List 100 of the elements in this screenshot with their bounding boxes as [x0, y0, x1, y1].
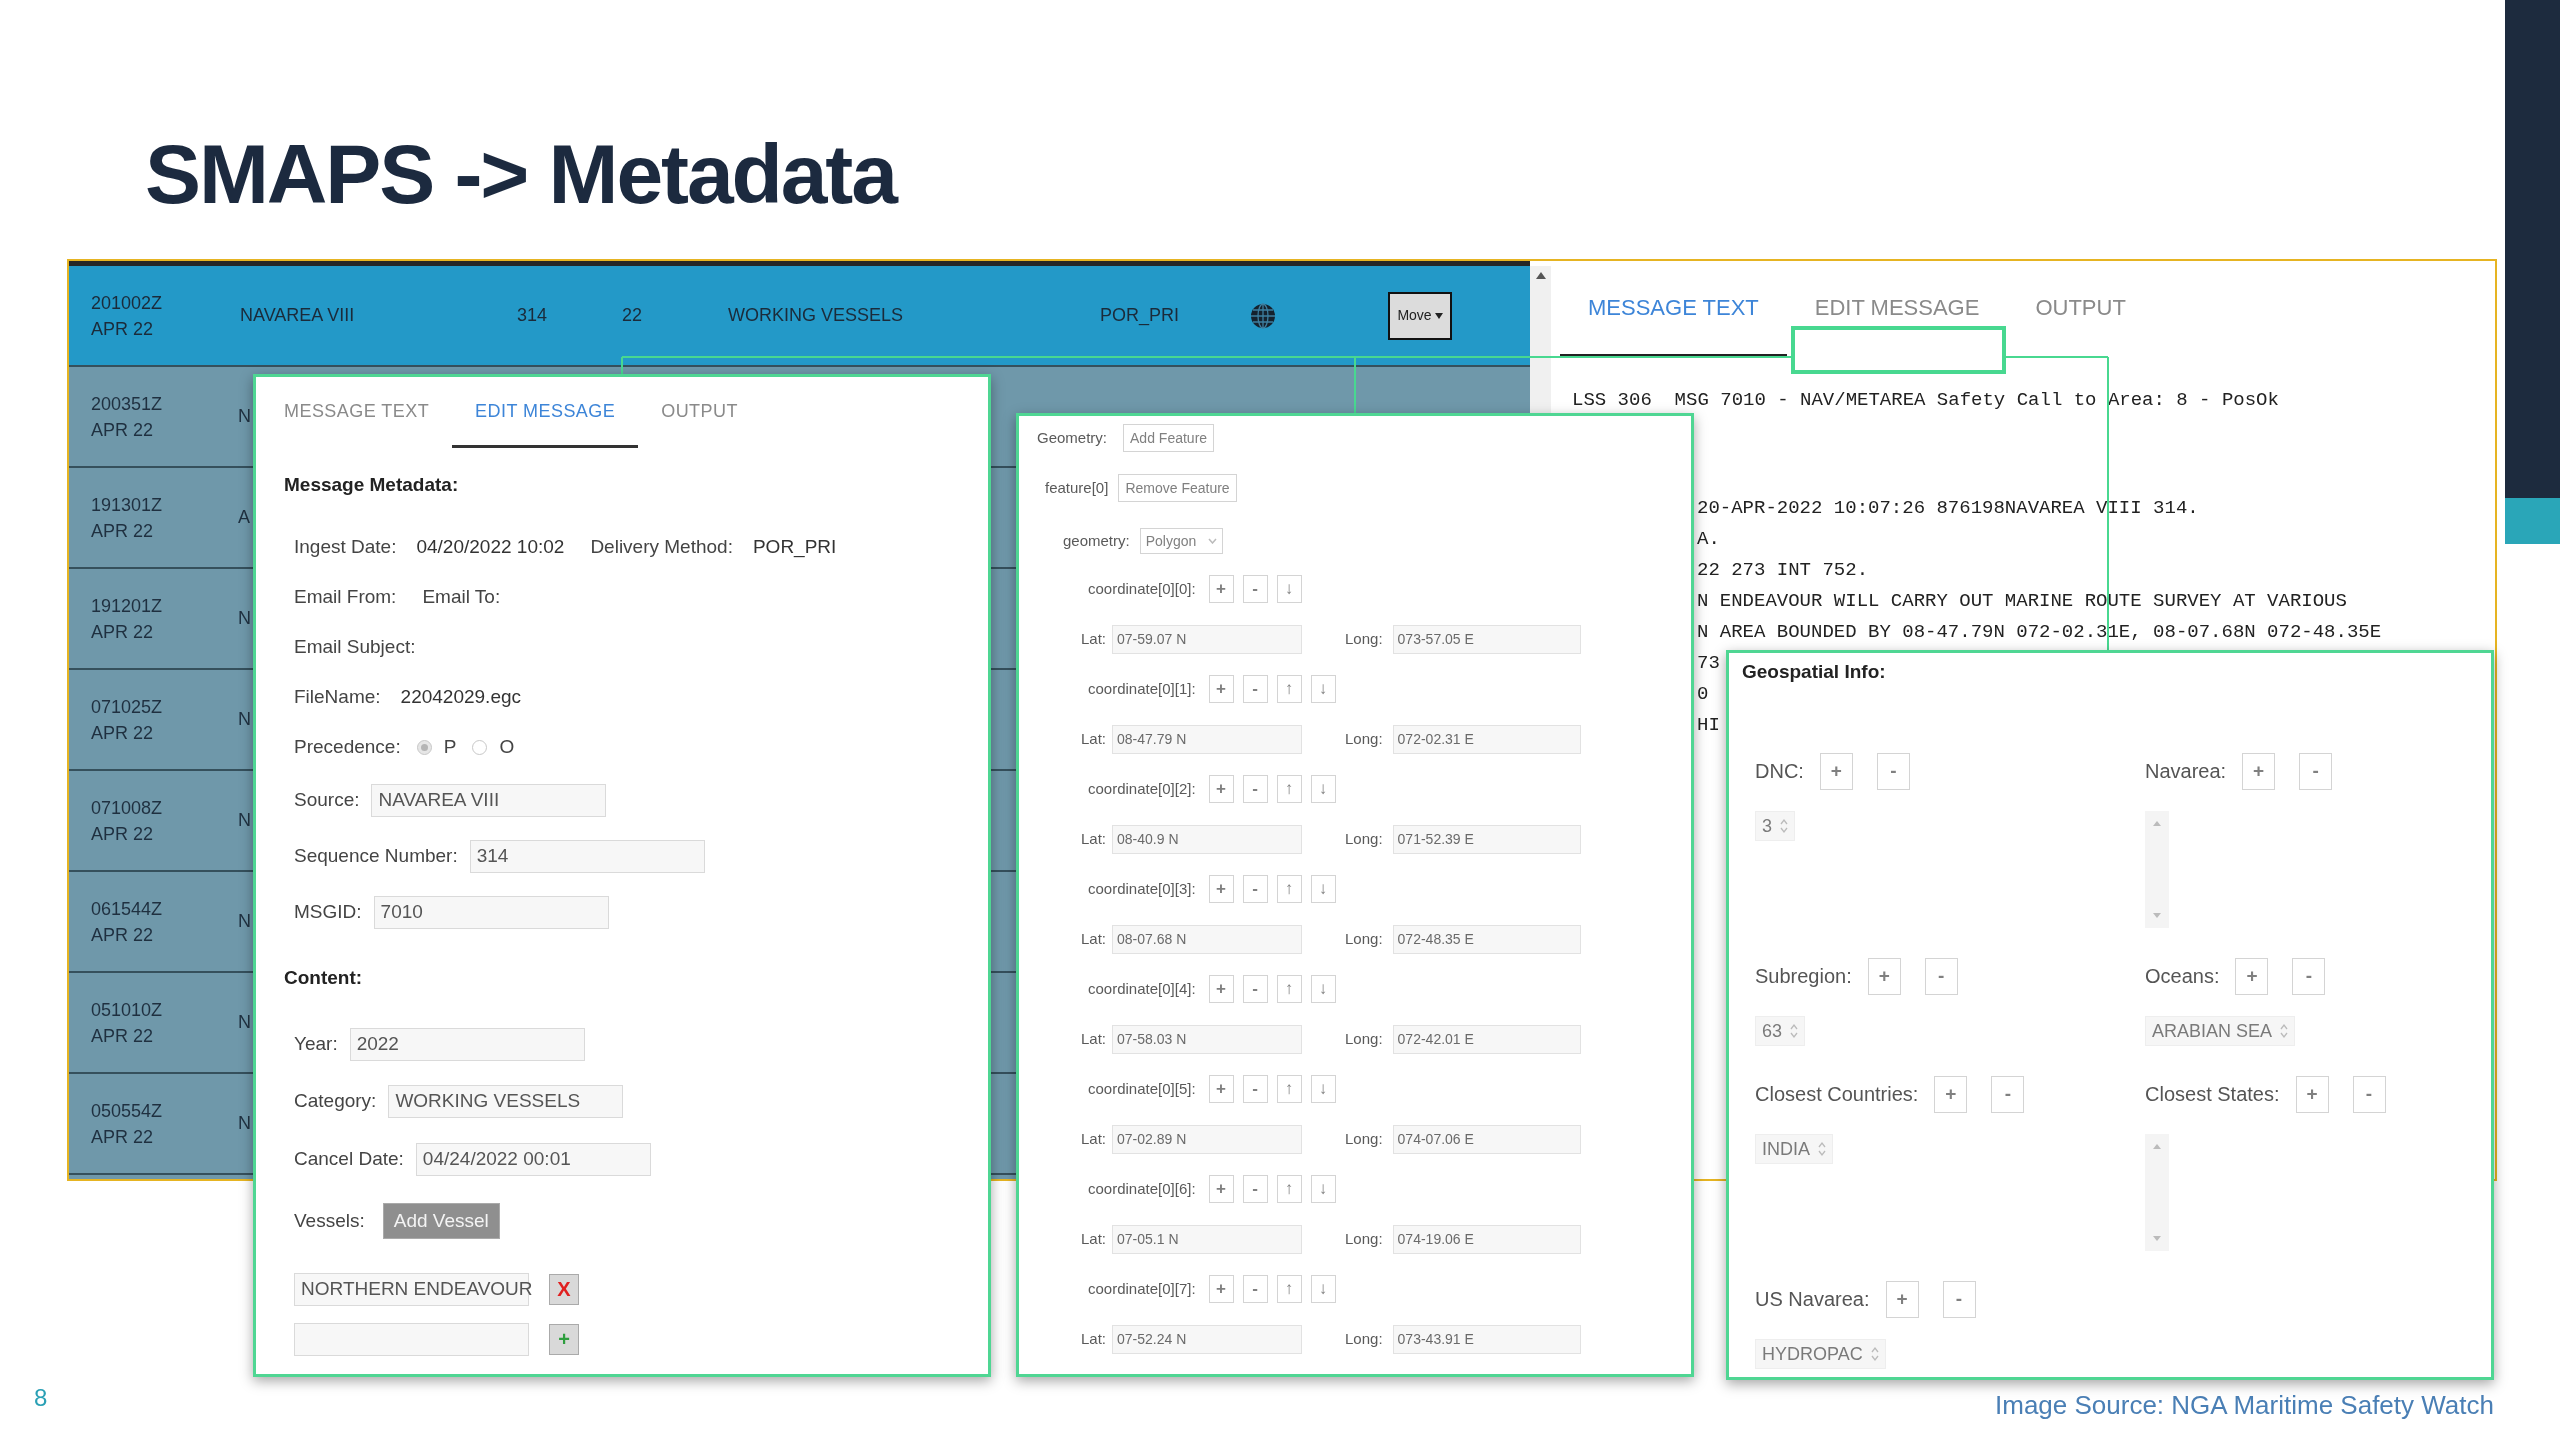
coordinate-label: coordinate[0][5]: — [1088, 1078, 1196, 1099]
caret-icon — [1434, 312, 1443, 319]
field-value: POR_PRI — [752, 534, 837, 560]
field-label: Lat: — [1081, 1328, 1107, 1349]
field-label: Long: — [1345, 728, 1383, 749]
radio-button[interactable] — [416, 739, 432, 755]
date-text: APR 22 — [91, 1024, 155, 1048]
date-text: APR 22 — [91, 721, 155, 745]
table-cell-text: N — [238, 607, 251, 630]
time-text: 191201Z — [91, 594, 164, 618]
message-line: 73 — [1697, 651, 1720, 676]
side-accent — [2505, 498, 2560, 544]
tab[interactable]: MESSAGE TEXT — [261, 398, 453, 448]
message-line: LSS 306 MSG 7010 - NAV/METAREA Safety Call to Area: 8 - PosOk — [1571, 389, 2280, 411]
field-label: Lat: — [1081, 928, 1107, 949]
tab[interactable]: MESSAGE TEXT — [1560, 291, 1787, 357]
table-cell-text: N — [238, 1011, 251, 1034]
time-text: 051010Z — [91, 998, 164, 1022]
message-line: HI — [1697, 713, 1720, 738]
field-label: Long: — [1345, 828, 1383, 849]
coordinate-label: coordinate[0][4]: — [1088, 978, 1196, 999]
field-label: Lat: — [1081, 1228, 1107, 1249]
input-field[interactable] — [294, 1322, 529, 1356]
move-button[interactable]: Move — [1388, 291, 1452, 340]
table-cell-text: N — [238, 910, 251, 933]
field-label: Lat: — [1081, 1128, 1107, 1149]
coordinate-label: coordinate[0][6]: — [1088, 1178, 1196, 1199]
globe-icon — [1250, 302, 1276, 329]
remove-button[interactable]: X — [549, 1273, 579, 1305]
message-line: A. — [1697, 527, 1720, 552]
input-field[interactable]: 04/24/2022 00:01 — [415, 1142, 651, 1176]
field-label: Year: — [294, 1031, 338, 1056]
message-line: 22 273 INT 752. — [1697, 558, 1869, 583]
tab[interactable]: EDIT MESSAGE — [452, 398, 639, 448]
field-label: Category: — [294, 1088, 377, 1113]
field-label: geometry: — [1063, 530, 1130, 551]
scrollbar[interactable] — [1530, 266, 1551, 413]
field-label: Sequence Number: — [294, 843, 458, 868]
date-text: APR 22 — [91, 519, 155, 543]
spinner-arrows-icon — [1790, 1023, 1799, 1039]
slide-title: SMAPS -> Metadata — [145, 132, 896, 216]
table-cell-text: N — [238, 1112, 251, 1135]
coordinate-label: coordinate[0][0]: — [1088, 578, 1196, 599]
time-text: 200351Z — [91, 392, 164, 416]
date-text: APR 22 — [91, 923, 155, 947]
section-heading: Geospatial Info: — [1742, 659, 1886, 684]
select-value: Polygon — [1145, 531, 1197, 551]
date-text: APR 22 — [91, 620, 155, 644]
field-label: MSGID: — [294, 899, 362, 924]
coordinate-label: coordinate[0][1]: — [1088, 678, 1196, 699]
input-field[interactable]: 2022 — [349, 1027, 585, 1061]
tab[interactable]: OUTPUT — [638, 398, 761, 448]
table-cell-text: N — [238, 809, 251, 832]
spinner-arrows-icon — [1818, 1141, 1826, 1157]
table-cell-text: WORKING VESSELS — [728, 304, 905, 327]
spinner-value: INDIA — [1762, 1137, 1810, 1161]
input-field[interactable]: NAVAREA VIII — [371, 783, 607, 817]
spinner-arrows-icon — [1780, 818, 1788, 834]
field-label: Oceans: — [2145, 964, 2220, 989]
spinner-value: HYDROPAC — [1762, 1342, 1863, 1366]
field-value: 04/20/2022 10:02 — [416, 534, 565, 559]
field-label: Closest States: — [2145, 1082, 2280, 1107]
field-label: Long: — [1345, 628, 1383, 649]
field-value: 22042029.egc — [400, 684, 522, 709]
field-label: Ingest Date: — [294, 534, 397, 559]
coordinate-label: coordinate[0][2]: — [1088, 778, 1196, 799]
input-field[interactable]: WORKING VESSELS — [388, 1084, 624, 1118]
field-label: Email From: — [294, 584, 397, 609]
field-label: Precedence: — [294, 734, 401, 759]
coordinate-label: coordinate[0][3]: — [1088, 878, 1196, 899]
spinner-value: 3 — [1762, 814, 1772, 838]
time-text: 050554Z — [91, 1099, 164, 1123]
message-line: 0 — [1697, 682, 1709, 707]
spinner-arrows-icon — [1870, 1346, 1879, 1362]
field-label: DNC: — [1755, 759, 1804, 784]
field-label: Email Subject: — [294, 634, 416, 659]
chevron-down-icon — [1208, 538, 1218, 544]
field-label: feature[0] — [1045, 477, 1109, 498]
radio-button[interactable] — [472, 739, 488, 755]
tab[interactable]: EDIT MESSAGE — [1786, 291, 2008, 357]
field-label: Long: — [1345, 928, 1383, 949]
field-label: Delivery Method: — [590, 534, 733, 559]
scroll-up-icon — [2153, 821, 2161, 826]
input-field[interactable]: 7010 — [373, 895, 609, 929]
tab[interactable]: OUTPUT — [2007, 291, 2154, 357]
time-text: 061544Z — [91, 897, 164, 921]
field-label: Lat: — [1081, 1028, 1107, 1049]
radio-label: O — [499, 734, 515, 759]
section-heading: Message Metadata: — [284, 472, 459, 497]
source-note: Image Source: NGA Maritime Safety Watch — [1995, 1389, 2494, 1422]
time-text: 071008Z — [91, 796, 164, 820]
add-button[interactable]: + — [549, 1323, 579, 1355]
scroll-up-icon — [2153, 1144, 2161, 1149]
spinner-value: 63 — [1762, 1019, 1783, 1043]
field-label: Long: — [1345, 1128, 1383, 1149]
input-field[interactable]: 314 — [469, 839, 705, 873]
field-label: Long: — [1345, 1328, 1383, 1349]
radio-label: P — [443, 734, 457, 759]
date-text: APR 22 — [91, 418, 155, 442]
table-cell-text: A — [238, 506, 250, 529]
